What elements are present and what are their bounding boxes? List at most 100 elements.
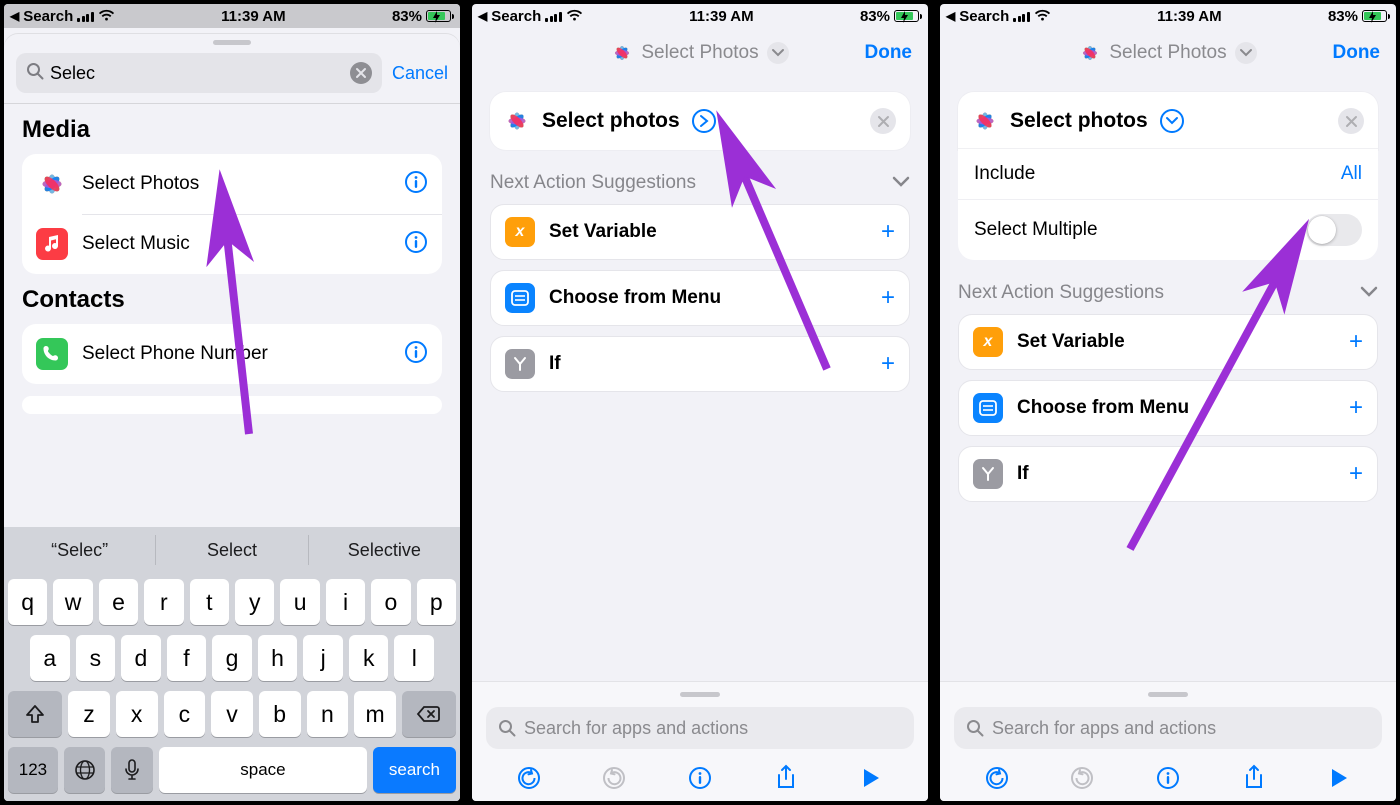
add-icon[interactable]: +	[881, 218, 895, 246]
select-multiple-toggle[interactable]	[1306, 214, 1362, 246]
row-select-phone-number[interactable]: Select Phone Number	[22, 324, 442, 384]
suggestion-row[interactable]: xSet Variable+	[490, 204, 910, 260]
clear-icon[interactable]	[350, 62, 372, 84]
key[interactable]: x	[116, 691, 158, 737]
key[interactable]: n	[307, 691, 349, 737]
key[interactable]: m	[354, 691, 396, 737]
chevron-down-icon[interactable]	[1160, 109, 1184, 133]
add-icon[interactable]: +	[1349, 328, 1363, 356]
key[interactable]: c	[164, 691, 206, 737]
done-button[interactable]: Done	[865, 42, 913, 64]
search-icon	[498, 719, 516, 737]
grabber-icon[interactable]	[1148, 692, 1188, 697]
backspace-key[interactable]	[402, 691, 456, 737]
shift-key[interactable]	[8, 691, 62, 737]
suggestion[interactable]: “Selec”	[4, 527, 155, 573]
suggestion-row[interactable]: Choose from Menu+	[490, 270, 910, 326]
back-triangle-icon[interactable]: ◀	[10, 9, 19, 23]
info-icon[interactable]	[404, 170, 428, 199]
key[interactable]: i	[326, 579, 365, 625]
share-icon[interactable]	[771, 763, 801, 793]
status-back-label[interactable]: Search	[959, 8, 1009, 25]
undo-icon[interactable]	[982, 763, 1012, 793]
remove-action-icon[interactable]	[870, 108, 896, 134]
chevron-down-icon[interactable]	[892, 172, 910, 194]
suggestion-row[interactable]: xSet Variable+	[958, 314, 1378, 370]
search-field[interactable]	[16, 53, 382, 93]
status-back-label[interactable]: Search	[23, 8, 73, 25]
suggestion-row[interactable]: Choose from Menu+	[958, 380, 1378, 436]
search-key[interactable]: search	[373, 747, 456, 793]
key[interactable]: d	[121, 635, 161, 681]
chevron-down-icon[interactable]	[1235, 42, 1257, 64]
include-value[interactable]: All	[1341, 163, 1362, 185]
key[interactable]: k	[349, 635, 389, 681]
grabber-icon[interactable]	[680, 692, 720, 697]
search-apps-field[interactable]: Search for apps and actions	[486, 707, 914, 749]
chevron-down-icon[interactable]	[767, 42, 789, 64]
dictation-key[interactable]	[111, 747, 153, 793]
redo-icon	[1067, 763, 1097, 793]
key[interactable]: q	[8, 579, 47, 625]
suggestion-row[interactable]: If+	[490, 336, 910, 392]
key[interactable]: r	[144, 579, 183, 625]
info-icon[interactable]	[685, 763, 715, 793]
info-icon[interactable]	[1153, 763, 1183, 793]
key[interactable]: u	[280, 579, 319, 625]
row-select-photos[interactable]: Select Photos	[22, 154, 442, 214]
done-button[interactable]: Done	[1333, 42, 1381, 64]
info-icon[interactable]	[404, 340, 428, 369]
key[interactable]: v	[211, 691, 253, 737]
add-icon[interactable]: +	[881, 350, 895, 378]
info-icon[interactable]	[404, 230, 428, 259]
share-icon[interactable]	[1239, 763, 1269, 793]
add-icon[interactable]: +	[1349, 460, 1363, 488]
key[interactable]: f	[167, 635, 207, 681]
include-row[interactable]: Include All	[958, 149, 1378, 199]
key[interactable]: h	[258, 635, 298, 681]
key[interactable]: s	[76, 635, 116, 681]
chevron-right-icon[interactable]	[692, 109, 716, 133]
key[interactable]: a	[30, 635, 70, 681]
key[interactable]: z	[68, 691, 110, 737]
suggestion-row[interactable]: If +	[958, 446, 1378, 502]
suggestion-label: If	[1017, 463, 1335, 485]
play-icon[interactable]	[856, 763, 886, 793]
section-title-contacts: Contacts	[22, 286, 442, 314]
key[interactable]: p	[417, 579, 456, 625]
action-card-select-photos[interactable]: Select photos	[958, 92, 1378, 150]
undo-icon[interactable]	[514, 763, 544, 793]
cancel-button[interactable]: Cancel	[392, 63, 448, 84]
remove-action-icon[interactable]	[1338, 108, 1364, 134]
search-input[interactable]	[50, 63, 344, 84]
add-icon[interactable]: +	[1349, 394, 1363, 422]
space-key[interactable]: space	[159, 747, 367, 793]
action-card-select-photos[interactable]: Select photos	[490, 92, 910, 150]
wifi-icon	[98, 10, 115, 22]
key[interactable]: j	[303, 635, 343, 681]
key[interactable]: o	[371, 579, 410, 625]
next-action-title: Next Action Suggestions	[490, 172, 696, 194]
key[interactable]: g	[212, 635, 252, 681]
emoji-key[interactable]	[64, 747, 106, 793]
status-back-label[interactable]: Search	[491, 8, 541, 25]
battery-percent: 83%	[1328, 8, 1358, 25]
row-select-music[interactable]: Select Music	[22, 214, 442, 274]
numbers-key[interactable]: 123	[8, 747, 58, 793]
key[interactable]: t	[190, 579, 229, 625]
suggestion[interactable]: Selective	[309, 527, 460, 573]
key[interactable]: l	[394, 635, 434, 681]
photos-app-icon	[504, 108, 530, 134]
key[interactable]: w	[53, 579, 92, 625]
add-icon[interactable]: +	[881, 284, 895, 312]
key[interactable]: b	[259, 691, 301, 737]
grabber-icon[interactable]	[213, 40, 251, 45]
play-icon[interactable]	[1324, 763, 1354, 793]
back-triangle-icon[interactable]: ◀	[946, 9, 955, 23]
chevron-down-icon[interactable]	[1360, 282, 1378, 304]
key[interactable]: e	[99, 579, 138, 625]
back-triangle-icon[interactable]: ◀	[478, 9, 487, 23]
suggestion[interactable]: Select	[156, 527, 307, 573]
key[interactable]: y	[235, 579, 274, 625]
search-apps-field[interactable]: Search for apps and actions	[954, 707, 1382, 749]
